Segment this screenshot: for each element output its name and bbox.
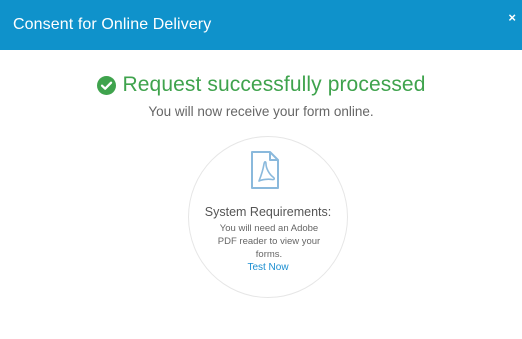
modal-title: Consent for Online Delivery xyxy=(13,16,212,33)
consent-modal: Consent for Online Delivery × Request su… xyxy=(0,0,522,339)
success-subtitle: You will now receive your form online. xyxy=(148,104,374,119)
requirements-text: You will need an Adobe PDF reader to vie… xyxy=(217,223,321,260)
modal-header: Consent for Online Delivery × xyxy=(0,0,522,50)
test-now-link[interactable]: Test Now xyxy=(189,262,347,273)
check-circle-icon xyxy=(96,75,116,95)
requirements-title: System Requirements: xyxy=(204,205,332,219)
success-message-row: Request successfully processed xyxy=(0,73,522,97)
close-button[interactable]: × xyxy=(508,11,516,25)
success-message: Request successfully processed xyxy=(122,73,426,96)
requirements-panel: System Requirements: You will need an Ad… xyxy=(188,136,348,298)
pdf-document-icon xyxy=(250,150,280,190)
